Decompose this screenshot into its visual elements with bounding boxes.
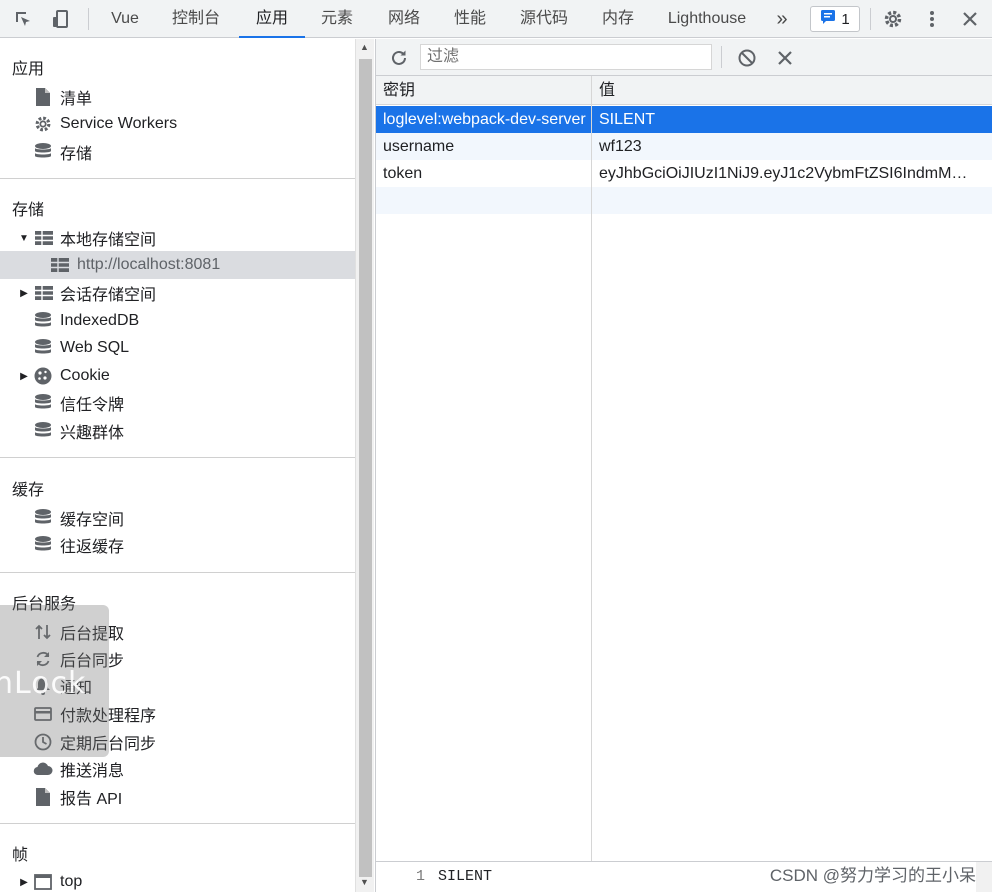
toolbar-divider (88, 8, 89, 30)
database-icon (33, 142, 53, 162)
tab-memory[interactable]: 内存 (594, 0, 642, 38)
grid-header-row: 密钥 值 (376, 76, 992, 105)
sidebar-item-storage-overview[interactable]: 存储 (0, 139, 355, 165)
preview-line-number: 1 (416, 868, 426, 885)
refresh-icon[interactable] (386, 39, 412, 76)
sidebar-item-service-workers[interactable]: Service Workers (0, 111, 355, 137)
row-value: wf123 (599, 138, 642, 155)
file-icon (33, 787, 53, 807)
sidebar-item-push-messaging[interactable]: 推送消息 (0, 756, 355, 782)
tab-elements[interactable]: 元素 (313, 0, 361, 38)
sidebar-scrollbar-thumb[interactable] (359, 59, 372, 877)
sidebar-item-web-sql[interactable]: Web SQL (0, 335, 355, 361)
section-title-cache: 缓存 (12, 482, 45, 499)
clear-all-icon[interactable] (734, 39, 760, 76)
preview-scrollbar[interactable] (976, 862, 992, 892)
application-sidebar: 应用 清单 Service Workers 存储 存储 ▼ 本地存储空间 htt… (0, 39, 355, 892)
window-frame-icon (33, 872, 53, 892)
column-divider[interactable] (591, 76, 592, 861)
cloud-icon (33, 759, 53, 779)
section-title-storage: 存储 (12, 202, 45, 219)
database-icon (33, 535, 53, 555)
sidebar-item-local-storage[interactable]: ▼ 本地存储空间 (0, 225, 355, 251)
issues-counter-button[interactable]: 1 (810, 6, 860, 32)
close-icon[interactable] (958, 0, 982, 38)
sidebar-item-localhost-8081[interactable]: http://localhost:8081 (0, 251, 355, 279)
storage-toolbar (376, 39, 992, 76)
sidebar-item-back-forward-cache[interactable]: 往返缓存 (0, 532, 355, 558)
row-key: loglevel:webpack-dev-server (383, 111, 586, 128)
tab-console[interactable]: 控制台 (164, 0, 228, 38)
tab-sources[interactable]: 源代码 (512, 0, 576, 38)
database-icon (33, 338, 53, 358)
storage-data-grid: 密钥 值 loglevel:webpack-dev-server SILENT … (376, 76, 992, 861)
file-icon (33, 87, 53, 107)
row-value: eyJhbGciOiJIUzI1NiJ9.eyJ1c2VybmFtZSI6Ind… (599, 165, 977, 182)
cookie-icon (33, 366, 53, 386)
row-key: username (383, 138, 455, 155)
row-value: SILENT (599, 111, 656, 128)
column-header-key[interactable]: 密钥 (376, 76, 591, 103)
section-title-frames: 帧 (12, 847, 29, 864)
tab-network[interactable]: 网络 (380, 0, 428, 38)
issues-count: 1 (841, 10, 850, 28)
triangle-right-icon[interactable]: ▶ (19, 869, 29, 892)
kebab-menu-icon[interactable] (920, 0, 944, 38)
preview-value: SILENT (438, 868, 493, 885)
storage-main-pane: 密钥 值 loglevel:webpack-dev-server SILENT … (375, 39, 992, 892)
message-icon (820, 9, 836, 29)
empty-row (376, 187, 992, 214)
devtools-tab-bar: Vue 控制台 应用 元素 网络 性能 源代码 内存 Lighthouse » … (0, 0, 992, 38)
table-row[interactable]: loglevel:webpack-dev-server SILENT (376, 106, 992, 133)
more-tabs-button[interactable]: » (770, 0, 794, 38)
watermark-text: nLock (0, 666, 87, 701)
triangle-down-icon[interactable]: ▼ (19, 225, 29, 251)
device-toolbar-icon[interactable] (48, 0, 74, 38)
sidebar-item-cache-storage[interactable]: 缓存空间 (0, 505, 355, 531)
table-row[interactable]: token eyJhbGciOiJIUzI1NiJ9.eyJ1c2VybmFtZ… (376, 160, 992, 187)
sidebar-item-indexeddb[interactable]: IndexedDB (0, 308, 355, 334)
database-icon (33, 393, 53, 413)
section-title-app: 应用 (12, 61, 45, 78)
triangle-right-icon[interactable]: ▶ (19, 280, 29, 306)
database-icon (33, 421, 53, 441)
gear-icon[interactable] (880, 0, 906, 38)
inspect-element-icon[interactable] (10, 0, 36, 38)
sidebar-item-session-storage[interactable]: ▶ 会话存储空间 (0, 280, 355, 306)
table-row[interactable]: username wf123 (376, 133, 992, 160)
sidebar-item-manifest[interactable]: 清单 (0, 84, 355, 110)
sidebar-item-reporting-api[interactable]: 报告 API (0, 784, 355, 810)
toolbar-divider (870, 8, 871, 30)
sidebar-scrollbar[interactable]: ▲ ▼ (355, 39, 374, 892)
database-icon (33, 311, 53, 331)
scroll-up-arrow-icon[interactable]: ▲ (360, 42, 369, 52)
tab-performance[interactable]: 性能 (446, 0, 494, 38)
table-icon (34, 228, 54, 248)
gear-icon (33, 114, 53, 134)
row-key: token (383, 165, 423, 182)
scroll-down-arrow-icon[interactable]: ▼ (360, 877, 369, 887)
sidebar-item-cookie[interactable]: ▶ Cookie (0, 363, 355, 389)
tab-application[interactable]: 应用 (239, 0, 305, 38)
sidebar-item-frame-top[interactable]: ▶ top (0, 869, 355, 892)
tab-lighthouse[interactable]: Lighthouse (660, 0, 754, 38)
database-icon (33, 508, 53, 528)
sidebar-item-interest-groups[interactable]: 兴趣群体 (0, 418, 355, 444)
table-icon (50, 255, 70, 275)
triangle-right-icon[interactable]: ▶ (19, 363, 29, 389)
credit-watermark: CSDN @努力学习的王小呆 (769, 866, 976, 885)
delete-selected-icon[interactable] (772, 39, 798, 76)
filter-input[interactable] (420, 44, 712, 70)
sidebar-item-trust-tokens[interactable]: 信任令牌 (0, 390, 355, 416)
column-header-value[interactable]: 值 (592, 76, 992, 103)
table-icon (34, 283, 54, 303)
tab-vue[interactable]: Vue (104, 0, 146, 38)
